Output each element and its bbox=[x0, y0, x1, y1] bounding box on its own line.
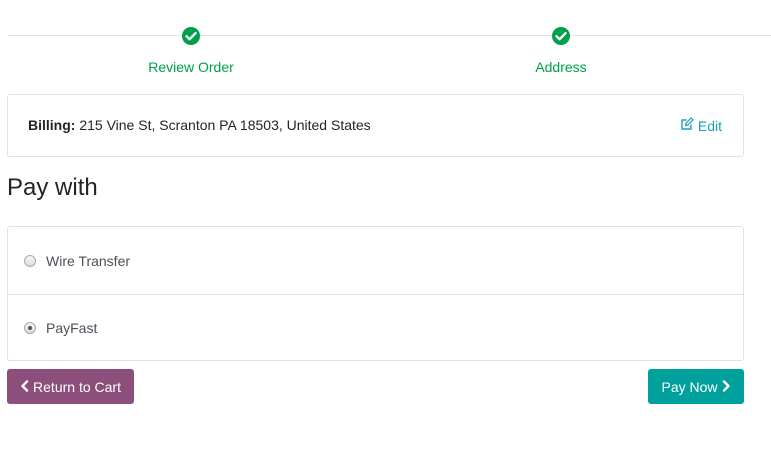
chevron-left-icon bbox=[20, 379, 29, 395]
billing-label: Billing: bbox=[28, 117, 76, 133]
payfast-radio[interactable] bbox=[24, 322, 36, 334]
wire-transfer-radio[interactable] bbox=[24, 254, 36, 267]
return-to-cart-label: Return to Cart bbox=[33, 378, 121, 395]
billing-address: 215 Vine St, Scranton PA 18503, United S… bbox=[79, 117, 371, 133]
edit-label: Edit bbox=[697, 117, 722, 134]
pay-now-label: Pay Now bbox=[661, 378, 718, 395]
check-circle-icon bbox=[551, 26, 571, 46]
pay-with-heading: Pay with bbox=[7, 174, 98, 201]
return-to-cart-button[interactable]: Return to Cart bbox=[7, 369, 134, 404]
payment-method-wire-transfer[interactable]: Wire Transfer bbox=[8, 227, 743, 294]
step-label: Review Order bbox=[148, 59, 234, 75]
payment-method-label: PayFast bbox=[46, 320, 98, 336]
check-circle-icon bbox=[181, 26, 201, 46]
checkout-progress-wizard: Review Order Address bbox=[8, 24, 771, 78]
payment-method-label: Wire Transfer bbox=[46, 252, 131, 269]
payment-method-payfast[interactable]: PayFast bbox=[8, 294, 743, 361]
billing-address-text: Billing: 215 Vine St, Scranton PA 18503,… bbox=[28, 117, 371, 133]
edit-icon bbox=[680, 117, 698, 134]
pay-now-button[interactable]: Pay Now bbox=[648, 369, 744, 404]
step-review-order: Review Order bbox=[91, 24, 291, 75]
chevron-right-icon bbox=[722, 379, 731, 395]
step-label: Address bbox=[535, 59, 587, 75]
payment-methods-list: Wire Transfer PayFast bbox=[7, 226, 744, 361]
billing-address-card: Billing: 215 Vine St, Scranton PA 18503,… bbox=[7, 94, 744, 157]
step-address: Address bbox=[461, 24, 661, 75]
edit-billing-link[interactable]: Edit bbox=[680, 117, 722, 134]
